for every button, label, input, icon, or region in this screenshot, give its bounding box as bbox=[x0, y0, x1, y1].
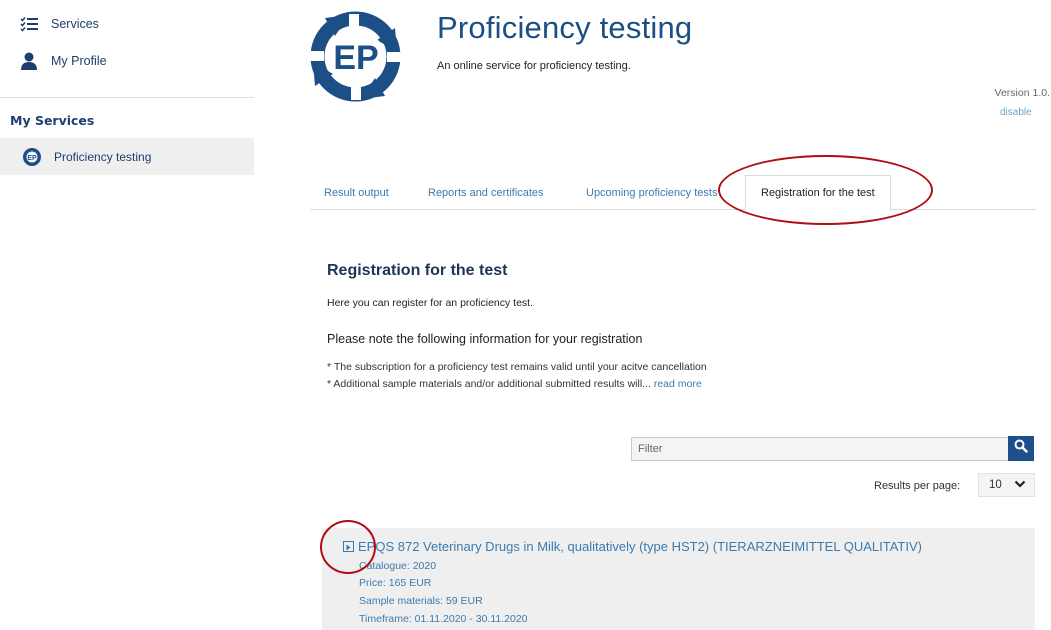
ep-logo-icon: EP bbox=[305, 6, 406, 107]
notice-title: Please note the following information fo… bbox=[327, 332, 643, 346]
ep-logo-icon: EP bbox=[22, 147, 42, 167]
sidebar-item-profile[interactable]: My Profile bbox=[20, 52, 107, 70]
sidebar: Services My Profile My Services EP Profi… bbox=[0, 0, 254, 630]
tab-upcoming-tests[interactable]: Upcoming proficiency tests bbox=[586, 175, 728, 210]
result-price: Price: 165 EUR bbox=[359, 577, 432, 589]
notes-list: * The subscription for a proficiency tes… bbox=[327, 359, 707, 393]
svg-text:EP: EP bbox=[27, 155, 37, 162]
results-per-page-label: Results per page: bbox=[874, 480, 961, 492]
result-card: EPQS 872 Veterinary Drugs in Milk, quali… bbox=[322, 528, 1035, 630]
section-title: Registration for the test bbox=[327, 262, 508, 279]
note-item: * The subscription for a proficiency tes… bbox=[327, 361, 707, 373]
sidebar-item-proficiency-testing[interactable]: EP Proficiency testing bbox=[0, 138, 254, 175]
disable-link[interactable]: disable bbox=[1000, 107, 1032, 118]
expand-icon bbox=[345, 538, 352, 556]
filter-input[interactable] bbox=[631, 437, 1009, 461]
sidebar-heading: My Services bbox=[10, 113, 95, 128]
sidebar-item-label: Services bbox=[51, 17, 99, 31]
search-icon bbox=[1014, 439, 1028, 458]
user-icon bbox=[20, 52, 38, 70]
sidebar-item-label: My Profile bbox=[51, 54, 107, 68]
sidebar-divider bbox=[0, 97, 254, 98]
sidebar-item-label: Proficiency testing bbox=[54, 149, 152, 164]
checklist-icon bbox=[20, 15, 38, 33]
tab-reports-certificates[interactable]: Reports and certificates bbox=[428, 175, 544, 210]
expand-button[interactable] bbox=[343, 541, 354, 552]
note-text: * Additional sample materials and/or add… bbox=[327, 378, 651, 390]
page-title: Proficiency testing bbox=[437, 10, 693, 45]
sidebar-item-services[interactable]: Services bbox=[20, 15, 99, 33]
svg-text:EP: EP bbox=[333, 39, 378, 77]
page-subtitle: An online service for proficiency testin… bbox=[437, 60, 631, 72]
tab-result-output[interactable]: Result output bbox=[324, 175, 389, 210]
tab-registration[interactable]: Registration for the test bbox=[745, 175, 891, 211]
chevron-down-icon bbox=[1014, 478, 1026, 493]
version-label: Version 1.0. bbox=[994, 87, 1050, 99]
result-catalogue: Catalogue: 2020 bbox=[359, 560, 437, 572]
note-item: * Additional sample materials and/or add… bbox=[327, 376, 707, 393]
tab-bar: Result output Reports and certificates U… bbox=[310, 175, 1036, 211]
result-sample-materials: Sample materials: 59 EUR bbox=[359, 595, 483, 607]
read-more-link[interactable]: read more bbox=[654, 378, 702, 390]
results-per-page-value: 10 bbox=[989, 479, 1002, 491]
intro-text: Here you can register for an proficiency… bbox=[327, 297, 534, 309]
result-timeframe: Timeframe: 01.11.2020 - 30.11.2020 bbox=[359, 613, 528, 625]
search-button[interactable] bbox=[1008, 436, 1034, 461]
results-per-page-select[interactable]: 10 bbox=[978, 473, 1035, 497]
result-title-link[interactable]: EPQS 872 Veterinary Drugs in Milk, quali… bbox=[358, 539, 922, 554]
